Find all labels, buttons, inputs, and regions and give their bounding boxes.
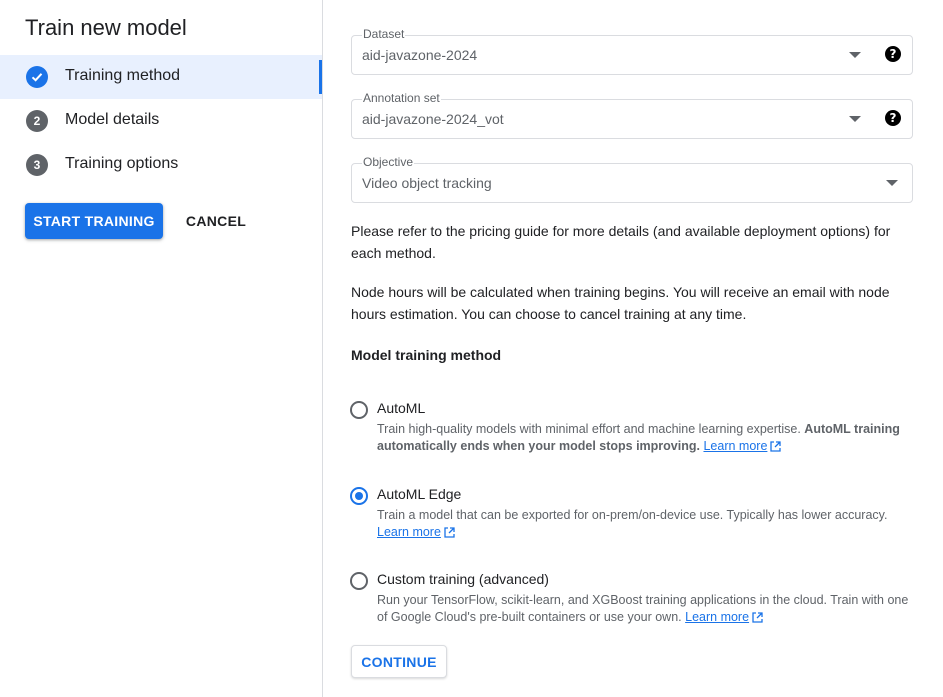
- radio-custom-training[interactable]: [350, 572, 368, 590]
- open-in-new-icon: [752, 611, 763, 628]
- option-title: AutoML Edge: [377, 486, 462, 502]
- step-training-options[interactable]: 3 Training options: [0, 143, 322, 187]
- learn-more-link[interactable]: Learn more: [377, 525, 441, 539]
- step-training-method[interactable]: Training method: [0, 55, 322, 99]
- start-training-button[interactable]: START TRAINING: [25, 203, 163, 239]
- field-label: Dataset: [362, 27, 406, 41]
- field-value: aid-javazone-2024_vot: [362, 111, 504, 127]
- field-label: Annotation set: [362, 91, 441, 105]
- dropdown-arrow-icon: [849, 116, 861, 122]
- option-title: AutoML: [377, 400, 426, 416]
- step-number-badge: 2: [26, 110, 48, 132]
- field-label: Objective: [362, 155, 415, 169]
- continue-button[interactable]: CONTINUE: [351, 645, 447, 678]
- radio-automl-edge[interactable]: [350, 487, 368, 505]
- field-value: aid-javazone-2024: [362, 47, 478, 63]
- dropdown-arrow-icon: [886, 180, 898, 186]
- page-title: Train new model: [25, 15, 187, 40]
- objective-select[interactable]: Objective Video object tracking: [351, 155, 913, 203]
- training-method-panel: Dataset aid-javazone-2024 ? Annotation s…: [324, 0, 943, 697]
- description-text: Run your TensorFlow, scikit-learn, and X…: [377, 593, 909, 624]
- description-text: Train high-quality models with minimal e…: [377, 422, 805, 436]
- stepper-sidebar: Train new model Training method 2 Model …: [0, 0, 323, 697]
- option-description: Train a model that can be exported for o…: [377, 507, 917, 543]
- step-number-badge: 3: [26, 154, 48, 176]
- step-model-details[interactable]: 2 Model details: [0, 99, 322, 143]
- radio-automl[interactable]: [350, 401, 368, 419]
- help-icon[interactable]: ?: [885, 110, 901, 126]
- step-label: Training method: [65, 67, 181, 84]
- dropdown-arrow-icon: [849, 52, 861, 58]
- learn-more-link[interactable]: Learn more: [703, 439, 767, 453]
- step-label: Model details: [65, 111, 160, 128]
- field-value: Video object tracking: [362, 175, 492, 191]
- learn-more-link[interactable]: Learn more: [685, 610, 749, 624]
- pricing-info-text: Please refer to the pricing guide for mo…: [351, 223, 891, 261]
- open-in-new-icon: [444, 526, 455, 543]
- option-description: Train high-quality models with minimal e…: [377, 421, 917, 457]
- annotation-set-select[interactable]: Annotation set aid-javazone-2024_vot ?: [351, 91, 913, 139]
- node-hours-info-text: Node hours will be calculated when train…: [351, 284, 890, 322]
- step-label: Training options: [65, 155, 179, 172]
- cancel-button[interactable]: CANCEL: [176, 203, 256, 239]
- dataset-select[interactable]: Dataset aid-javazone-2024 ?: [351, 27, 913, 75]
- option-title: Custom training (advanced): [377, 571, 549, 587]
- description-text: Train a model that can be exported for o…: [377, 508, 888, 522]
- help-icon[interactable]: ?: [885, 46, 901, 62]
- radio-selected-dot: [355, 492, 363, 500]
- open-in-new-icon: [770, 440, 782, 457]
- section-heading: Model training method: [351, 347, 502, 363]
- option-description: Run your TensorFlow, scikit-learn, and X…: [377, 592, 922, 628]
- active-step-indicator: [319, 60, 322, 94]
- check-icon: [26, 66, 48, 88]
